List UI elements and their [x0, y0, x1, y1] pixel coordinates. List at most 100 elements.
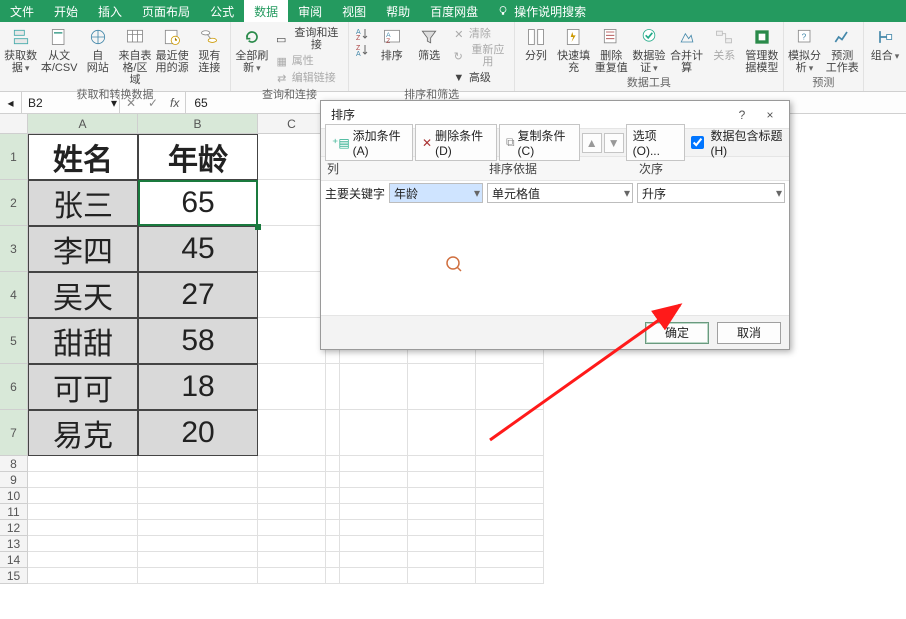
- headers-checkbox[interactable]: 数据包含标题(H): [687, 127, 786, 158]
- clear-filter-button[interactable]: ✕清除: [450, 26, 510, 42]
- cell-M13[interactable]: [476, 536, 544, 552]
- select-all-triangle[interactable]: [0, 114, 28, 134]
- from-web-button[interactable]: 自网站: [81, 24, 114, 74]
- cell-C7[interactable]: [258, 410, 326, 456]
- row-header-12[interactable]: 12: [0, 520, 28, 536]
- row-header-8[interactable]: 8: [0, 456, 28, 472]
- from-csv-button[interactable]: 从文本/CSV: [41, 24, 77, 74]
- cell-D10[interactable]: [326, 488, 340, 504]
- copy-level-button[interactable]: ⧉复制条件(C): [499, 124, 580, 161]
- cell-B12[interactable]: [138, 520, 258, 536]
- cell-M11[interactable]: [476, 504, 544, 520]
- cell-D9[interactable]: [326, 472, 340, 488]
- delete-level-button[interactable]: ✕删除条件(D): [415, 124, 497, 161]
- cell-M14[interactable]: [476, 552, 544, 568]
- cell-C8[interactable]: [258, 456, 326, 472]
- cell-C14[interactable]: [258, 552, 326, 568]
- cell-K11[interactable]: [340, 504, 408, 520]
- cell-A14[interactable]: [28, 552, 138, 568]
- cell-M10[interactable]: [476, 488, 544, 504]
- cell-L8[interactable]: [408, 456, 476, 472]
- cell-K13[interactable]: [340, 536, 408, 552]
- remove-duplicates-button[interactable]: 删除重复值: [594, 24, 628, 74]
- sort-button[interactable]: AZ 排序: [375, 24, 408, 62]
- cell-B2[interactable]: 65: [138, 180, 258, 226]
- fill-handle[interactable]: [255, 224, 261, 230]
- cell-C4[interactable]: [258, 272, 326, 318]
- cell-D6[interactable]: [326, 364, 340, 410]
- cell-L14[interactable]: [408, 552, 476, 568]
- cell-D7[interactable]: [326, 410, 340, 456]
- cell-C3[interactable]: [258, 226, 326, 272]
- cell-M15[interactable]: [476, 568, 544, 584]
- move-up-button[interactable]: ▲: [582, 133, 602, 153]
- data-model-button[interactable]: 管理数据模型: [745, 24, 779, 74]
- row-header-10[interactable]: 10: [0, 488, 28, 504]
- cell-K6[interactable]: [340, 364, 408, 410]
- cancel-button[interactable]: 取消: [717, 322, 781, 344]
- cell-B4[interactable]: 27: [138, 272, 258, 318]
- row-header-1[interactable]: 1: [0, 134, 28, 180]
- row-header-15[interactable]: 15: [0, 568, 28, 584]
- cell-C5[interactable]: [258, 318, 326, 364]
- cell-L9[interactable]: [408, 472, 476, 488]
- row-header-9[interactable]: 9: [0, 472, 28, 488]
- col-header-C[interactable]: C: [258, 114, 326, 134]
- group-button[interactable]: 组合: [868, 24, 902, 62]
- cell-L7[interactable]: [408, 410, 476, 456]
- help-button[interactable]: ?: [729, 105, 755, 125]
- sort-order-dropdown[interactable]: 升序▾: [637, 183, 785, 203]
- consolidate-button[interactable]: 合并计算: [670, 24, 704, 74]
- tab-view[interactable]: 视图: [332, 0, 376, 22]
- row-header-7[interactable]: 7: [0, 410, 28, 456]
- tab-data[interactable]: 数据: [244, 0, 288, 22]
- cell-A1[interactable]: 姓名: [28, 134, 138, 180]
- refresh-all-button[interactable]: 全部刷新: [235, 24, 269, 74]
- row-header-5[interactable]: 5: [0, 318, 28, 364]
- tab-pagelayout[interactable]: 页面布局: [132, 0, 200, 22]
- close-button[interactable]: ×: [757, 105, 783, 125]
- recent-sources-button[interactable]: 最近使用的源: [156, 24, 189, 74]
- cell-D8[interactable]: [326, 456, 340, 472]
- row-header-6[interactable]: 6: [0, 364, 28, 410]
- tab-formulas[interactable]: 公式: [200, 0, 244, 22]
- whatif-button[interactable]: ?模拟分析: [788, 24, 822, 74]
- cell-D13[interactable]: [326, 536, 340, 552]
- cell-B7[interactable]: 20: [138, 410, 258, 456]
- row-header-14[interactable]: 14: [0, 552, 28, 568]
- text-to-columns-button[interactable]: 分列: [519, 24, 553, 62]
- cell-B6[interactable]: 18: [138, 364, 258, 410]
- cell-K10[interactable]: [340, 488, 408, 504]
- sort-column-dropdown[interactable]: 年龄▾: [389, 183, 483, 203]
- cell-M6[interactable]: [476, 364, 544, 410]
- col-header-B[interactable]: B: [138, 114, 258, 134]
- tab-review[interactable]: 审阅: [288, 0, 332, 22]
- move-down-button[interactable]: ▼: [604, 133, 624, 153]
- cancel-formula-icon[interactable]: ✕: [120, 96, 142, 110]
- cell-D15[interactable]: [326, 568, 340, 584]
- cell-A9[interactable]: [28, 472, 138, 488]
- cell-L10[interactable]: [408, 488, 476, 504]
- queries-connections-button[interactable]: ▭查询和连接: [273, 26, 344, 52]
- cell-L6[interactable]: [408, 364, 476, 410]
- properties-button[interactable]: ▦属性: [273, 53, 344, 69]
- cell-M12[interactable]: [476, 520, 544, 536]
- cell-K15[interactable]: [340, 568, 408, 584]
- cell-C2[interactable]: [258, 180, 326, 226]
- data-validation-button[interactable]: 数据验证: [632, 24, 666, 74]
- fx-button[interactable]: fx: [164, 92, 186, 113]
- col-header-A[interactable]: A: [28, 114, 138, 134]
- cell-C13[interactable]: [258, 536, 326, 552]
- cell-C10[interactable]: [258, 488, 326, 504]
- cell-M9[interactable]: [476, 472, 544, 488]
- cell-B15[interactable]: [138, 568, 258, 584]
- cell-K14[interactable]: [340, 552, 408, 568]
- edit-links-button[interactable]: ⇄编辑链接: [273, 70, 344, 86]
- cell-L13[interactable]: [408, 536, 476, 552]
- cell-M7[interactable]: [476, 410, 544, 456]
- cell-A2[interactable]: 张三: [28, 180, 138, 226]
- cell-M8[interactable]: [476, 456, 544, 472]
- cell-C6[interactable]: [258, 364, 326, 410]
- cell-A7[interactable]: 易克: [28, 410, 138, 456]
- cell-A3[interactable]: 李四: [28, 226, 138, 272]
